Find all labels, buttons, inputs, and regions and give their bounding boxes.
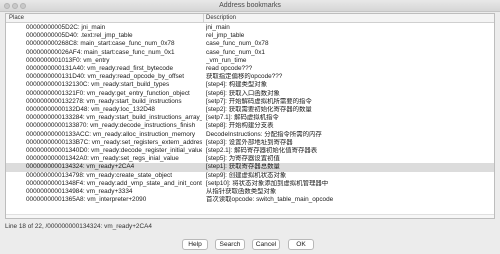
description-cell: [step4]: 构建类型对象 [206, 81, 268, 89]
table-row[interactable]: 00000000001365A8: vm_interpreter+2090 首次读… [6, 196, 494, 204]
dialog-buttons: Help Search Cancel OK [0, 239, 500, 251]
description-cell: case_func_num_0x78 [206, 40, 269, 48]
place-cell: 0000000000132278: vm_ready:start_build_i… [26, 97, 182, 105]
place-cell: 00000000000133870: vm_ready:decode_instr… [26, 122, 196, 130]
column-header-place[interactable]: Place [9, 15, 24, 21]
table-row[interactable]: 0000000000133284: vm_ready:start_build_i… [6, 114, 494, 122]
place-cell: 00000000000133B7C: vm_ready:set_register… [26, 138, 202, 146]
table-row[interactable]: 00000000000133B7C: vm_ready:set_register… [6, 139, 494, 147]
status-text: Line 18 of 22, /000000000134324: vm_read… [5, 223, 152, 230]
search-button[interactable]: Search [215, 239, 245, 250]
place-cell: 00000000001321F0: vm_ready:get_entry_fun… [26, 89, 190, 97]
description-cell: [step2.1]: 解码寄存器初始化值寄存器表 [206, 147, 318, 154]
table-row[interactable]: 00000000000133870: vm_ready:decode_instr… [6, 122, 494, 130]
table-row[interactable]: 00000000001321F0: vm_ready:get_entry_fun… [6, 90, 494, 98]
place-cell: 0000000000131D40: vm_ready:read_opcode_b… [26, 73, 184, 81]
table-row[interactable]: 000000000001342A0: vm_ready:set_regs_ini… [6, 155, 494, 163]
description-cell: [step5]: 为寄存器设置初值 [206, 155, 280, 163]
description-cell: [setp10]: 将状态对象添加到虚拟机管理器中 [206, 179, 329, 187]
description-cell: 获取指定偏移的opcode??? [206, 73, 283, 81]
place-cell: 000000000026AF4: main_start:case_func_nu… [26, 48, 175, 56]
place-cell: 00000000005D40: .text:rel_jmp_table [26, 32, 133, 40]
place-cell: 0000000000131A40: vm_ready:read_first_by… [26, 65, 174, 72]
table-row[interactable]: 0000000000134324: vm_ready+2CA4 [step1]: … [6, 163, 494, 172]
place-cell: 00000000001348F4: vm_ready:add_vmp_state… [26, 179, 202, 187]
table-row[interactable]: 000000000268C8: main_start:case_func_num… [6, 40, 494, 48]
table-row[interactable]: 000000000026AF4: main_start:case_func_nu… [6, 49, 494, 57]
description-cell: [step3]: 设置外部地址到寄存器 [206, 138, 293, 146]
description-cell: 首次读取opcode: switch_table_main_opcode [206, 196, 334, 204]
table-row[interactable]: 00000000000132D48: vm_ready:loc_132D48 [s… [6, 106, 494, 114]
column-header-description[interactable]: Description [206, 15, 236, 21]
description-cell: [step9]: 创建虚拟机状态对象 [206, 171, 287, 179]
bookmarks-window: Address bookmarks Place Description 0000… [0, 0, 500, 254]
table-row[interactable]: 0000000000131D40: vm_ready:read_opcode_b… [6, 73, 494, 81]
place-cell: 0000000000132130C: vm_ready:start_build_… [26, 81, 170, 89]
place-cell: 00000000001365A8: vm_interpreter+2090 [26, 196, 147, 204]
place-cell: 000000000001342A0: vm_ready:set_regs_ini… [26, 155, 179, 163]
title-bar: Address bookmarks [0, 0, 500, 12]
table-row[interactable]: 0000000000132278: vm_ready:start_build_i… [6, 98, 494, 106]
bookmarks-table: Place Description 00000000005D2C: jni_ma… [5, 13, 495, 219]
horizontal-scrollbar[interactable] [6, 214, 494, 218]
description-cell: rel_jmp_table [206, 32, 245, 40]
place-cell: 000000000001340D0: vm_ready:decode_regis… [26, 147, 202, 154]
description-cell: 从指针获取函数类型对象 [206, 188, 277, 195]
table-header: Place Description [6, 14, 494, 23]
place-cell: 0000000000134324: vm_ready+2CA4 [26, 163, 135, 171]
place-cell: 0000000000133284: vm_ready:start_build_i… [26, 114, 202, 122]
description-cell: jni_main [206, 24, 230, 31]
description-cell: [setp7.1]: 解码虚拟机指令 [206, 114, 279, 122]
place-cell: 0000000000134984: vm_ready+3334 [26, 188, 133, 195]
table-row[interactable]: 00000000000133ACC: vm_ready:alloc_instru… [6, 131, 494, 139]
cancel-button[interactable]: Cancel [252, 239, 280, 250]
description-cell: read opcode??? [206, 65, 253, 72]
description-cell: [step2]: 获取需要初始化寄存器的数量 [206, 106, 312, 113]
window-title: Address bookmarks [219, 2, 281, 9]
table-row[interactable]: 0000000000134798: vm_ready:create_state_… [6, 172, 494, 180]
table-row[interactable]: 0000000001013F0: vm_entry _vm_run_time [6, 57, 494, 65]
table-row[interactable]: 00000000005D40: .text:rel_jmp_table rel_j… [6, 32, 494, 40]
place-cell: 0000000001013F0: vm_entry [26, 56, 110, 64]
place-cell: 0000000000134798: vm_ready:create_state_… [26, 171, 173, 179]
description-cell: [step6]: 获取入口函数对象 [206, 89, 280, 97]
description-cell: DecodeInstructions: 分配指令所需的内存 [206, 130, 322, 138]
table-row[interactable]: 0000000000131A40: vm_ready:read_first_by… [6, 65, 494, 73]
place-cell: 00000000000133ACC: vm_ready:alloc_instru… [26, 130, 196, 138]
table-row[interactable]: 00000000001348F4: vm_ready:add_vmp_state… [6, 180, 494, 188]
description-cell: [step1]: 获取寄存器总数量 [206, 163, 280, 171]
table-row[interactable]: 000000000001340D0: vm_ready:decode_regis… [6, 147, 494, 155]
column-divider[interactable] [203, 14, 204, 23]
description-cell: _vm_run_time [206, 56, 247, 64]
help-button[interactable]: Help [182, 239, 208, 250]
description-cell: case_func_num_0x1 [206, 48, 265, 56]
place-cell: 00000000005D2C: jni_main [26, 24, 106, 31]
place-cell: 000000000268C8: main_start:case_func_num… [26, 40, 175, 48]
table-row[interactable]: 0000000000132130C: vm_ready:start_build_… [6, 81, 494, 89]
description-cell: [setp7]: 开始解码虚拟机所需要的指令 [206, 97, 312, 105]
ok-button[interactable]: OK [288, 239, 314, 250]
description-cell: [step8]: 开始构建分支表 [206, 122, 274, 130]
place-cell: 00000000000132D48: vm_ready:loc_132D48 [26, 106, 155, 113]
table-row[interactable]: 00000000005D2C: jni_main jni_main [6, 24, 494, 32]
status-bar: Line 18 of 22, /000000000134324: vm_read… [5, 222, 495, 232]
table-row[interactable]: 0000000000134984: vm_ready+3334 从指针获取函数类型… [6, 188, 494, 196]
